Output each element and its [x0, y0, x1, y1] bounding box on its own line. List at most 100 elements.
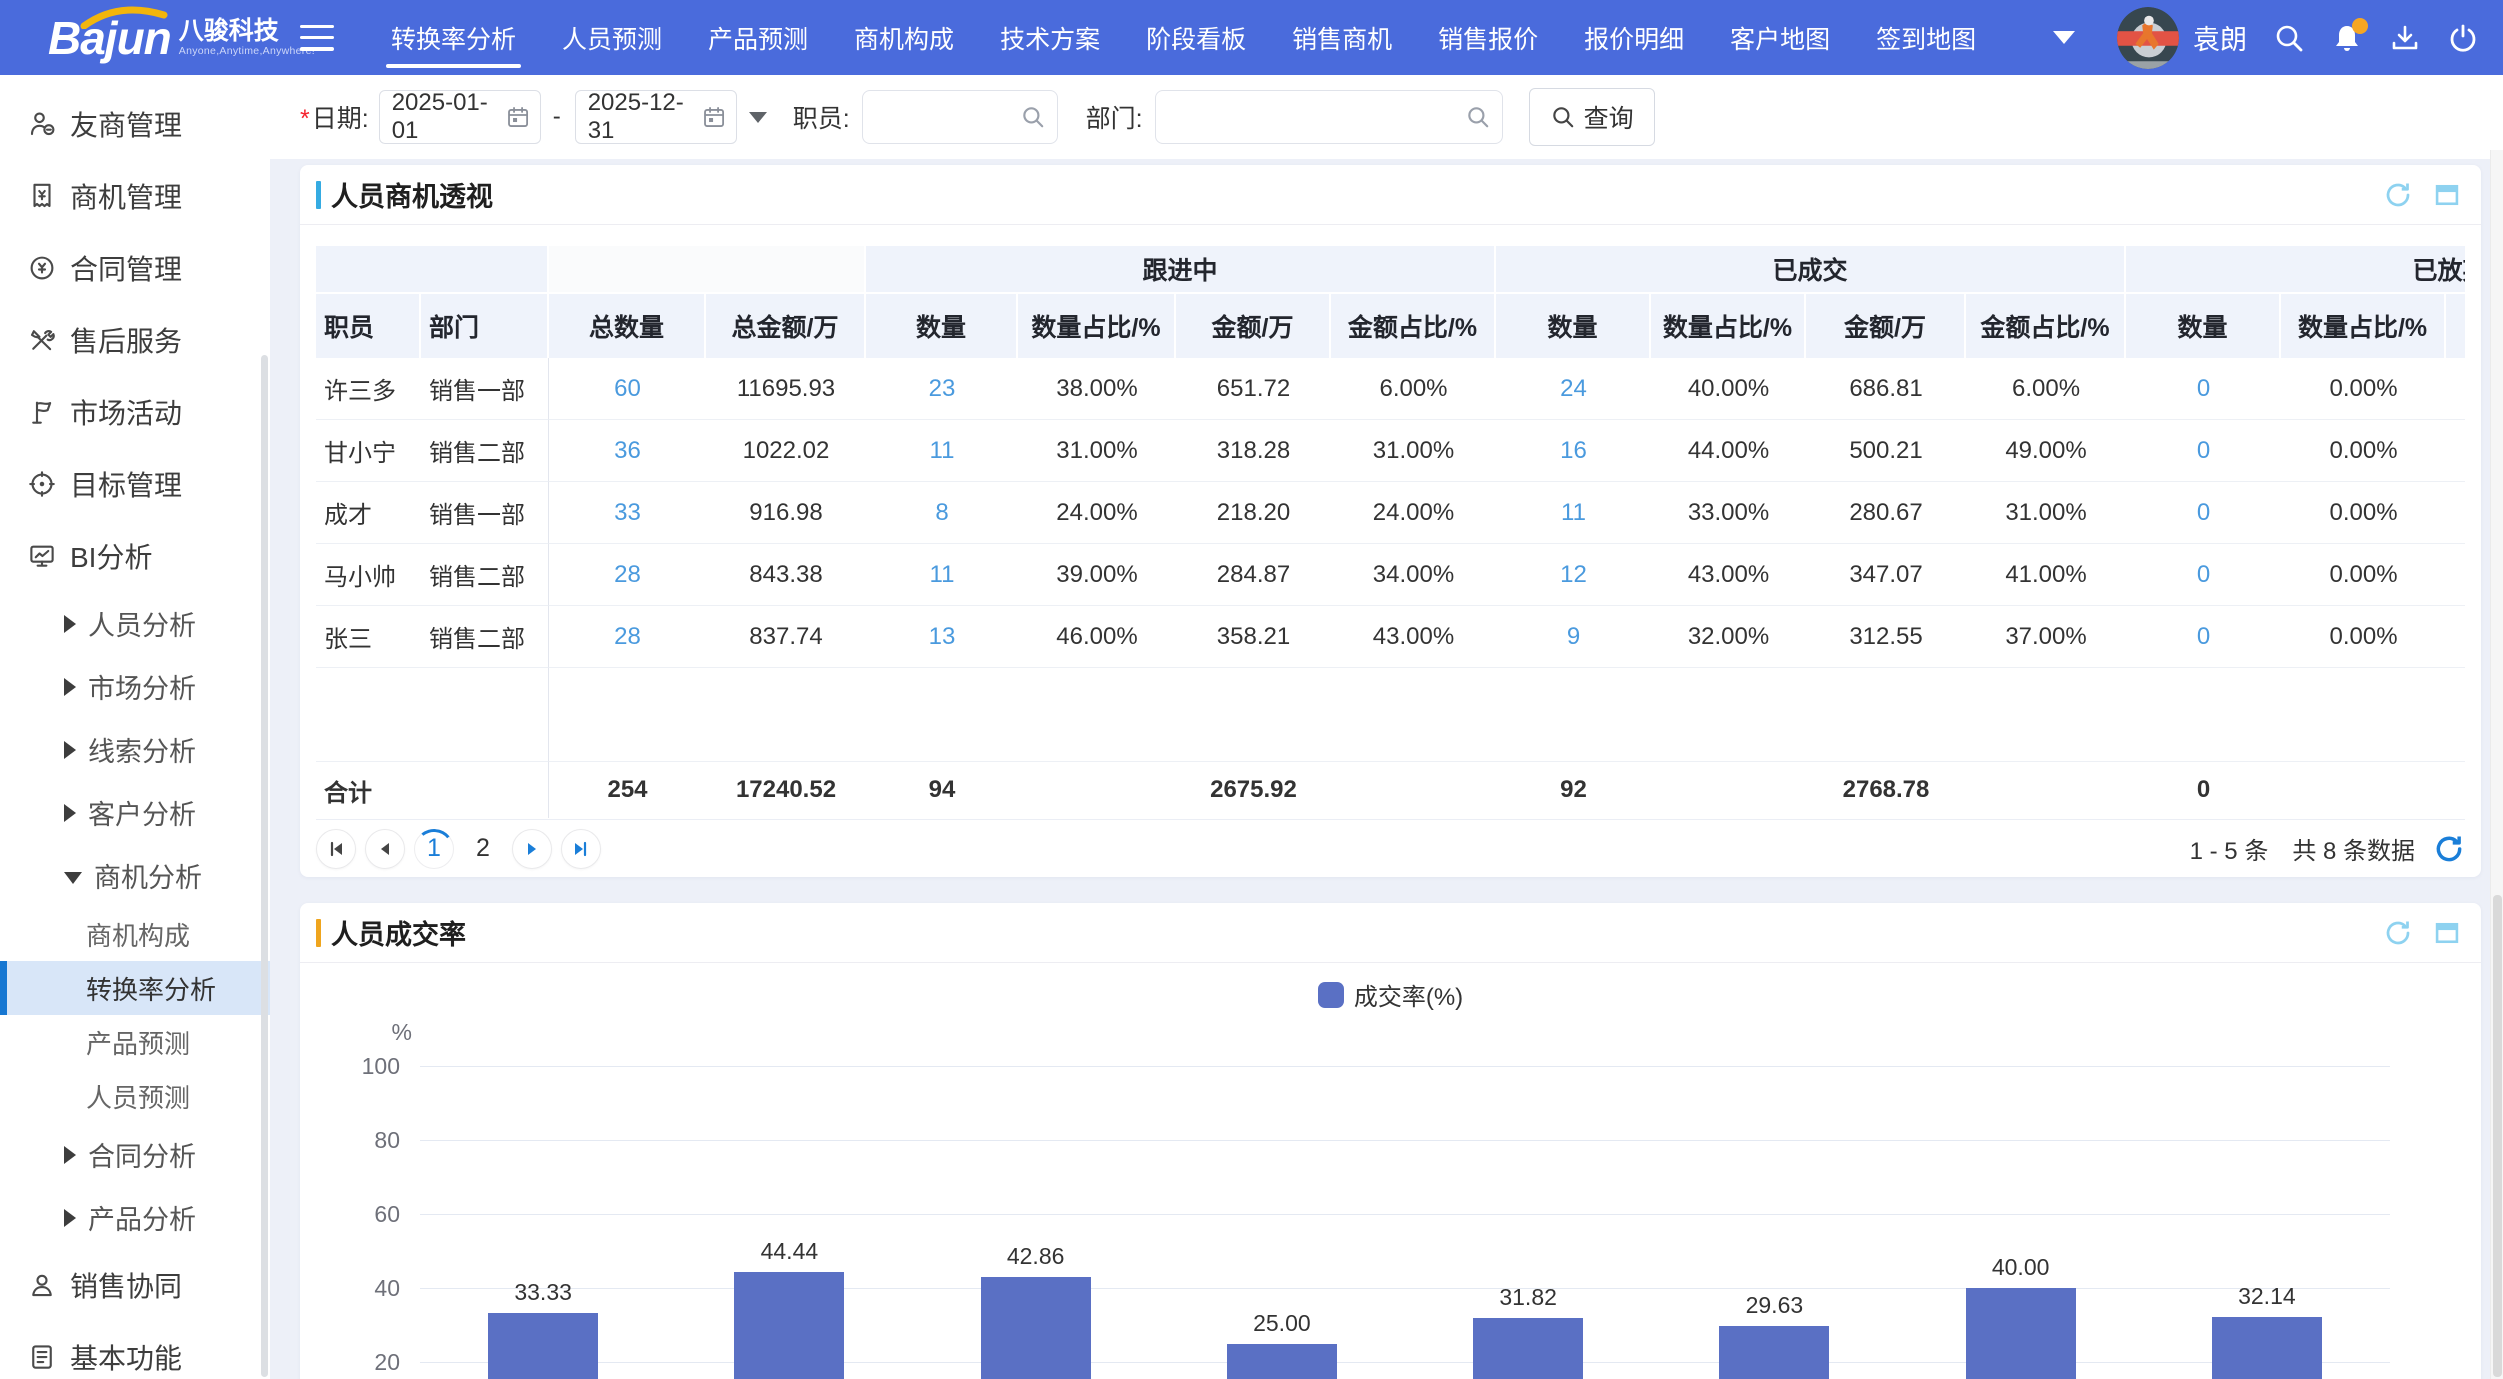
menu-icon[interactable] [300, 25, 334, 51]
nav-item-10[interactable]: 签到地图 [1853, 0, 1999, 75]
nav-item-1[interactable]: 人员预测 [539, 0, 685, 75]
refresh-icon[interactable] [2383, 180, 2413, 210]
nav-item-3[interactable]: 商机构成 [831, 0, 977, 75]
cell-1-2[interactable]: 36 [549, 420, 706, 482]
bar-5[interactable] [1719, 1326, 1829, 1379]
sidebar-item-18[interactable]: 销售协同 [0, 1249, 270, 1321]
sidebar-item-7[interactable]: 人员分析 [0, 592, 270, 655]
sidebar-item-16[interactable]: 合同分析 [0, 1123, 270, 1186]
column-header-14[interactable]: 金额/万 [2446, 294, 2465, 358]
bar-7[interactable] [2212, 1317, 2322, 1379]
search-icon[interactable] [2273, 22, 2305, 54]
cell-4-2[interactable]: 28 [549, 606, 706, 668]
column-header-2[interactable]: 总数量 [549, 294, 706, 358]
sidebar-item-15[interactable]: 人员预测 [0, 1069, 270, 1123]
column-header-5[interactable]: 数量占比/% [1018, 294, 1176, 358]
cell-2-8[interactable]: 11 [1496, 482, 1651, 544]
chart-legend[interactable]: 成交率(%) [300, 977, 2481, 1012]
bar-1[interactable] [734, 1272, 844, 1379]
bar-6[interactable] [1966, 1288, 2076, 1379]
cell-0-2[interactable]: 60 [549, 358, 706, 420]
cell-2-2[interactable]: 33 [549, 482, 706, 544]
refresh-icon[interactable] [2433, 833, 2465, 865]
column-header-12[interactable]: 数量 [2126, 294, 2281, 358]
cell-0-8[interactable]: 24 [1496, 358, 1651, 420]
sidebar-item-4[interactable]: 市场活动 [0, 376, 270, 448]
sidebar-item-19[interactable]: 基本功能 [0, 1321, 270, 1379]
column-header-1[interactable]: 部门 [421, 294, 549, 358]
avatar[interactable] [2117, 7, 2179, 69]
bar-4[interactable] [1473, 1318, 1583, 1379]
sidebar-item-10[interactable]: 客户分析 [0, 781, 270, 844]
cell-2-4[interactable]: 8 [866, 482, 1018, 544]
bar-2[interactable] [981, 1277, 1091, 1379]
user-name[interactable]: 袁朗 [2193, 18, 2247, 57]
date-from-input[interactable]: 2025-01-01 [379, 90, 541, 144]
cell-0-12[interactable]: 0 [2126, 358, 2281, 420]
date-type-caret-icon[interactable] [749, 112, 767, 123]
sidebar-item-5[interactable]: 目标管理 [0, 448, 270, 520]
nav-item-9[interactable]: 客户地图 [1707, 0, 1853, 75]
bell-icon[interactable] [2331, 22, 2363, 54]
nav-item-4[interactable]: 技术方案 [977, 0, 1123, 75]
query-button[interactable]: 查询 [1529, 88, 1655, 146]
app-logo[interactable]: Bajun 八骏科技 Anyone,Anytime,Anywhere! [48, 15, 278, 61]
column-header-11[interactable]: 金额占比/% [1966, 294, 2126, 358]
cell-3-2[interactable]: 28 [549, 544, 706, 606]
column-header-10[interactable]: 金额/万 [1806, 294, 1966, 358]
sidebar-item-11[interactable]: 商机分析 [0, 844, 270, 907]
sidebar-item-17[interactable]: 产品分析 [0, 1186, 270, 1249]
cell-3-12[interactable]: 0 [2126, 544, 2281, 606]
magnifier-icon[interactable] [1465, 104, 1491, 130]
column-header-8[interactable]: 数量 [1496, 294, 1651, 358]
nav-item-8[interactable]: 报价明细 [1561, 0, 1707, 75]
column-header-13[interactable]: 数量占比/% [2281, 294, 2446, 358]
refresh-icon[interactable] [2383, 918, 2413, 948]
page-button-2[interactable]: 2 [463, 829, 503, 869]
nav-item-2[interactable]: 产品预测 [685, 0, 831, 75]
sidebar-item-13[interactable]: 转换率分析 [0, 961, 270, 1015]
column-header-9[interactable]: 数量占比/% [1651, 294, 1806, 358]
sidebar-scrollbar[interactable] [261, 355, 268, 1377]
download-icon[interactable] [2389, 22, 2421, 54]
page-scrollbar[interactable] [2490, 150, 2503, 1379]
cell-2-12[interactable]: 0 [2126, 482, 2281, 544]
date-to-input[interactable]: 2025-12-31 [575, 90, 737, 144]
power-icon[interactable] [2447, 22, 2479, 54]
sidebar-item-2[interactable]: 合同管理 [0, 232, 270, 304]
sidebar-item-12[interactable]: 商机构成 [0, 907, 270, 961]
last-page-button[interactable] [561, 829, 601, 869]
cell-1-12[interactable]: 0 [2126, 420, 2281, 482]
dept-input[interactable] [1155, 90, 1503, 144]
nav-item-7[interactable]: 销售报价 [1415, 0, 1561, 75]
bar-0[interactable] [488, 1313, 598, 1379]
cell-4-8[interactable]: 9 [1496, 606, 1651, 668]
next-page-button[interactable] [512, 829, 552, 869]
cell-0-4[interactable]: 23 [866, 358, 1018, 420]
maximize-window-icon[interactable] [2433, 919, 2461, 947]
column-header-7[interactable]: 金额占比/% [1331, 294, 1496, 358]
bar-3[interactable] [1227, 1344, 1337, 1379]
scrollbar-thumb[interactable] [2493, 895, 2502, 1377]
cell-3-8[interactable]: 12 [1496, 544, 1651, 606]
magnifier-icon[interactable] [1020, 104, 1046, 130]
maximize-window-icon[interactable] [2433, 181, 2461, 209]
column-header-4[interactable]: 数量 [866, 294, 1018, 358]
sidebar-item-9[interactable]: 线索分析 [0, 718, 270, 781]
cell-3-4[interactable]: 11 [866, 544, 1018, 606]
sidebar-item-6[interactable]: BI分析 [0, 520, 270, 592]
column-header-6[interactable]: 金额/万 [1176, 294, 1331, 358]
prev-page-button[interactable] [365, 829, 405, 869]
cell-4-12[interactable]: 0 [2126, 606, 2281, 668]
sidebar-item-1[interactable]: 商机管理 [0, 160, 270, 232]
nav-item-0[interactable]: 转换率分析 [368, 0, 539, 75]
column-header-0[interactable]: 职员 [316, 294, 421, 358]
cell-4-4[interactable]: 13 [866, 606, 1018, 668]
page-button-1[interactable]: 1 [414, 829, 454, 869]
cell-1-4[interactable]: 11 [866, 420, 1018, 482]
nav-item-6[interactable]: 销售商机 [1269, 0, 1415, 75]
column-header-3[interactable]: 总金额/万 [706, 294, 866, 358]
sidebar-item-14[interactable]: 产品预测 [0, 1015, 270, 1069]
sidebar-item-3[interactable]: 售后服务 [0, 304, 270, 376]
cell-1-8[interactable]: 16 [1496, 420, 1651, 482]
